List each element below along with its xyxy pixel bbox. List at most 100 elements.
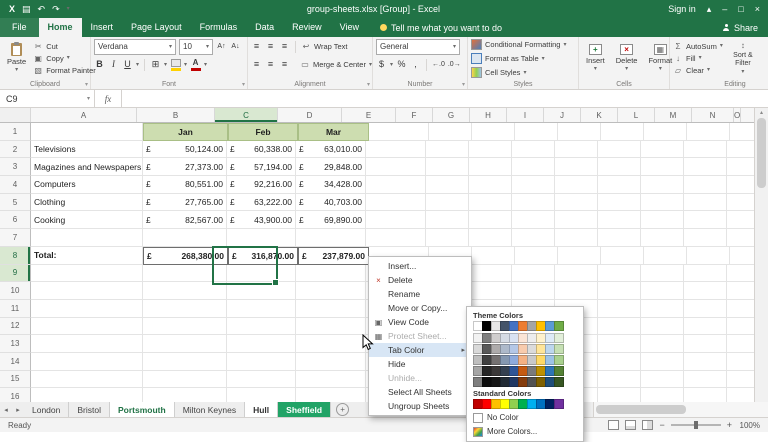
context-menu-item-hide[interactable]: Hide bbox=[369, 357, 471, 371]
cell-k6[interactable] bbox=[641, 211, 684, 229]
cell-styles-button[interactable]: Cell Styles▾ bbox=[471, 67, 575, 78]
cell-k9[interactable] bbox=[641, 265, 684, 283]
save-icon[interactable]: ▤ bbox=[22, 5, 31, 14]
cell-d9[interactable] bbox=[296, 265, 366, 283]
cell-m9[interactable] bbox=[727, 265, 754, 283]
column-header-i[interactable]: I bbox=[507, 108, 544, 122]
sheet-tab-hull[interactable]: Hull bbox=[245, 402, 278, 417]
font-color-button[interactable]: A bbox=[190, 59, 201, 71]
sign-in-button[interactable]: Sign in bbox=[668, 4, 696, 14]
cell-l10[interactable] bbox=[684, 282, 727, 300]
cell-d6[interactable]: £69,890.00 bbox=[296, 211, 366, 229]
autosum-button[interactable]: ΣAutoSum▾ bbox=[673, 40, 723, 52]
ribbon-tab-review[interactable]: Review bbox=[283, 18, 331, 37]
cell-b13[interactable] bbox=[143, 335, 227, 353]
row-header-6[interactable]: 6 bbox=[0, 211, 31, 229]
cell-m14[interactable] bbox=[727, 353, 754, 371]
cell-c10[interactable] bbox=[227, 282, 296, 300]
cell-k8[interactable] bbox=[644, 247, 687, 265]
cell-c9[interactable] bbox=[227, 265, 296, 283]
cell-a13[interactable] bbox=[31, 335, 143, 353]
cell-i3[interactable] bbox=[555, 158, 598, 176]
cell-d4[interactable]: £34,428.00 bbox=[296, 176, 366, 194]
cell-e5[interactable] bbox=[366, 194, 426, 212]
page-layout-view-icon[interactable] bbox=[625, 420, 636, 430]
cell-b10[interactable] bbox=[143, 282, 227, 300]
share-button[interactable]: Share bbox=[713, 18, 768, 37]
cell-b9[interactable] bbox=[143, 265, 227, 283]
cell-i7[interactable] bbox=[555, 229, 598, 247]
decrease-font-size-button[interactable]: A↓ bbox=[230, 40, 241, 53]
column-header-a[interactable]: A bbox=[31, 108, 137, 122]
accounting-format-button[interactable]: $ bbox=[376, 58, 387, 71]
cell-c3[interactable]: £57,194.00 bbox=[227, 158, 296, 176]
increase-decimal-button[interactable]: ←.0 bbox=[432, 58, 445, 71]
cell-h5[interactable] bbox=[512, 194, 555, 212]
comma-style-button[interactable]: , bbox=[410, 58, 421, 71]
row-header-10[interactable]: 10 bbox=[0, 282, 31, 300]
cell-i1[interactable] bbox=[558, 123, 601, 141]
cell-m12[interactable] bbox=[727, 318, 754, 336]
cell-j9[interactable] bbox=[598, 265, 641, 283]
cell-l12[interactable] bbox=[684, 318, 727, 336]
cell-l5[interactable] bbox=[684, 194, 727, 212]
cell-f4[interactable] bbox=[426, 176, 469, 194]
row-header-13[interactable]: 13 bbox=[0, 335, 31, 353]
cell-c1[interactable]: Feb bbox=[228, 123, 298, 141]
cell-l2[interactable] bbox=[684, 141, 727, 159]
sheet-tab-bristol[interactable]: Bristol bbox=[69, 402, 110, 417]
cell-l13[interactable] bbox=[684, 335, 727, 353]
cell-l9[interactable] bbox=[684, 265, 727, 283]
percent-style-button[interactable]: % bbox=[396, 58, 407, 71]
cell-l7[interactable] bbox=[684, 229, 727, 247]
cell-h6[interactable] bbox=[512, 211, 555, 229]
column-header-c[interactable]: C bbox=[215, 108, 278, 122]
cell-g2[interactable] bbox=[469, 141, 512, 159]
cell-c12[interactable] bbox=[227, 318, 296, 336]
cell-e6[interactable] bbox=[366, 211, 426, 229]
cell-l4[interactable] bbox=[684, 176, 727, 194]
cell-d13[interactable] bbox=[296, 335, 366, 353]
row-header-12[interactable]: 12 bbox=[0, 318, 31, 336]
theme-color-swatch[interactable] bbox=[554, 344, 564, 354]
row-header-15[interactable]: 15 bbox=[0, 371, 31, 389]
cell-j4[interactable] bbox=[598, 176, 641, 194]
new-sheet-button[interactable]: + bbox=[336, 403, 349, 416]
row-header-9[interactable]: 9 bbox=[0, 265, 31, 283]
increase-font-size-button[interactable]: A↑ bbox=[216, 40, 227, 53]
sheet-tab-sheffield[interactable]: Sheffield bbox=[278, 402, 331, 417]
cell-a14[interactable] bbox=[31, 353, 143, 371]
cell-d3[interactable]: £29,848.00 bbox=[296, 158, 366, 176]
tell-me-box[interactable]: Tell me what you want to do bbox=[380, 18, 502, 37]
cell-d2[interactable]: £63,010.00 bbox=[296, 141, 366, 159]
close-icon[interactable]: × bbox=[755, 5, 760, 14]
cell-c2[interactable]: £60,338.00 bbox=[227, 141, 296, 159]
ribbon-tab-view[interactable]: View bbox=[331, 18, 368, 37]
column-header-n[interactable]: N bbox=[692, 108, 734, 122]
row-header-1[interactable]: 1 bbox=[0, 123, 31, 141]
cell-h7[interactable] bbox=[512, 229, 555, 247]
vertical-scrollbar[interactable]: ▴ bbox=[754, 108, 768, 402]
cell-m7[interactable] bbox=[727, 229, 754, 247]
cell-i6[interactable] bbox=[555, 211, 598, 229]
cell-j7[interactable] bbox=[598, 229, 641, 247]
sheet-tab-milton-keynes[interactable]: Milton Keynes bbox=[175, 402, 245, 417]
cell-j15[interactable] bbox=[598, 371, 641, 389]
cell-f5[interactable] bbox=[426, 194, 469, 212]
cell-m10[interactable] bbox=[727, 282, 754, 300]
cell-g8[interactable] bbox=[472, 247, 515, 265]
theme-color-swatch[interactable] bbox=[554, 366, 564, 376]
cell-g3[interactable] bbox=[469, 158, 512, 176]
name-box[interactable]: C9▾ bbox=[0, 90, 95, 107]
row-header-2[interactable]: 2 bbox=[0, 141, 31, 159]
cell-a8[interactable]: Total: bbox=[31, 247, 143, 265]
cell-j3[interactable] bbox=[598, 158, 641, 176]
row-header-4[interactable]: 4 bbox=[0, 176, 31, 194]
cell-j11[interactable] bbox=[598, 300, 641, 318]
cell-m1[interactable] bbox=[730, 123, 754, 141]
cell-a6[interactable]: Cooking bbox=[31, 211, 143, 229]
cell-h4[interactable] bbox=[512, 176, 555, 194]
cell-f2[interactable] bbox=[426, 141, 469, 159]
cell-d8[interactable]: £237,879.00 bbox=[298, 247, 369, 265]
clear-button[interactable]: ▱Clear▾ bbox=[673, 64, 723, 76]
